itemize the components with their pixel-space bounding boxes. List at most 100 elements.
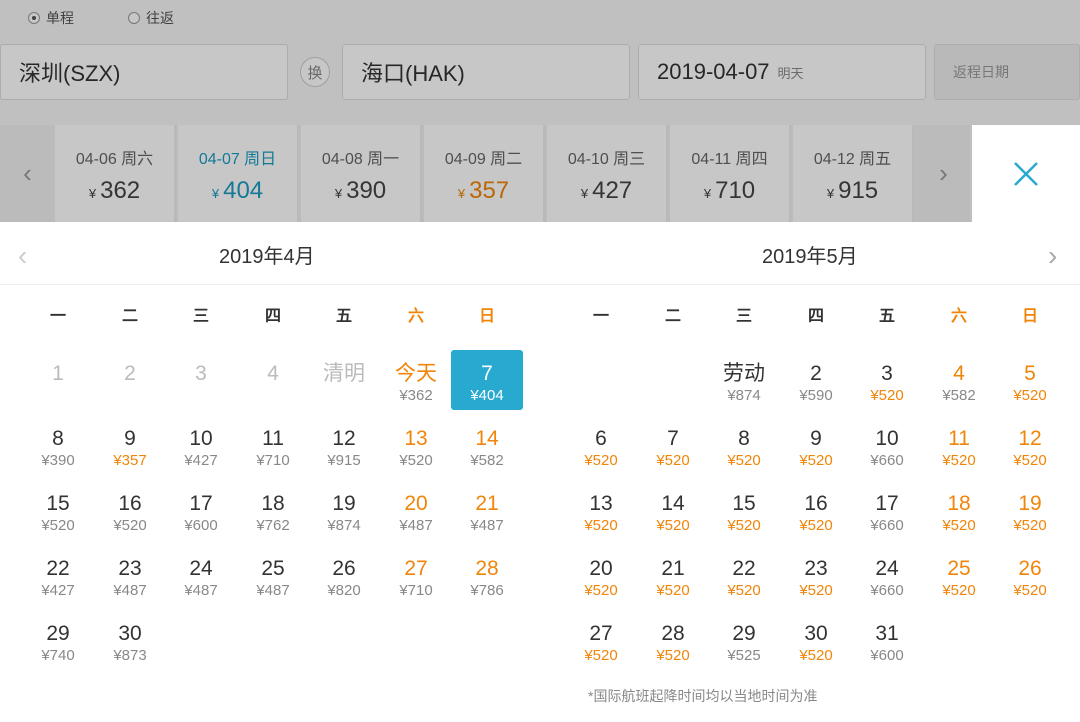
calendar-day[interactable]: 28 ¥786 — [451, 545, 523, 605]
calendar-day[interactable]: 27 ¥520 — [565, 610, 637, 670]
day-price: ¥915 — [327, 452, 361, 469]
calendar-day[interactable]: 13 ¥520 — [380, 415, 452, 475]
day-number: 清明 — [323, 362, 365, 385]
calendar-day[interactable]: 11 ¥520 — [923, 415, 995, 475]
calendar-day[interactable]: 23 ¥520 — [780, 545, 852, 605]
calendar-day[interactable]: 21 ¥520 — [637, 545, 709, 605]
calendar-day[interactable]: 11 ¥710 — [237, 415, 309, 475]
calendar-day[interactable]: 7 ¥404 — [451, 350, 523, 410]
calendar-day[interactable]: 19 ¥874 — [308, 480, 380, 540]
calendar-day[interactable]: 30 ¥873 — [94, 610, 166, 670]
departure-city-input[interactable]: 深圳(SZX) — [0, 44, 288, 100]
calendar-day[interactable]: 24 ¥487 — [165, 545, 237, 605]
calendar-day[interactable]: 29 ¥740 — [22, 610, 94, 670]
calendar-day[interactable]: 30 ¥520 — [780, 610, 852, 670]
day-price: ¥362 — [399, 387, 433, 404]
calendar-day[interactable]: 13 ¥520 — [565, 480, 637, 540]
strip-prev-button[interactable]: ‹ — [0, 125, 55, 222]
calendar-day[interactable]: 18 ¥762 — [237, 480, 309, 540]
day-price: ¥520 — [799, 517, 833, 534]
calendar-day[interactable]: 今天 ¥362 — [380, 350, 452, 410]
day-price: ¥520 — [870, 387, 904, 404]
currency-symbol: ¥ — [580, 186, 589, 201]
calendar-day[interactable]: 28 ¥520 — [637, 610, 709, 670]
calendar-day[interactable]: 9 ¥520 — [780, 415, 852, 475]
close-calendar-button[interactable] — [972, 125, 1080, 222]
calendar-day[interactable]: 9 ¥357 — [94, 415, 166, 475]
date-strip-price: ¥404 — [211, 177, 264, 204]
calendar-day[interactable]: 20 ¥487 — [380, 480, 452, 540]
calendar-day[interactable]: 8 ¥390 — [22, 415, 94, 475]
calendar-day[interactable]: 16 ¥520 — [94, 480, 166, 540]
calendar-day: 4 — [237, 350, 309, 410]
arrival-city-input[interactable]: 海口(HAK) — [342, 44, 630, 100]
calendar-day[interactable]: 25 ¥520 — [923, 545, 995, 605]
calendar-day[interactable]: 3 ¥520 — [851, 350, 923, 410]
calendar-day[interactable]: 27 ¥710 — [380, 545, 452, 605]
calendar-day[interactable]: 21 ¥487 — [451, 480, 523, 540]
calendar-day[interactable]: 17 ¥600 — [165, 480, 237, 540]
departure-date-input[interactable]: 2019-04-07 明天 — [638, 44, 926, 100]
date-strip-item[interactable]: 04-06 周六 ¥362 — [55, 125, 176, 222]
weekday-header: 四 — [264, 308, 281, 325]
calendar-day[interactable]: 26 ¥820 — [308, 545, 380, 605]
day-price: ¥600 — [184, 517, 218, 534]
day-number: 12 — [1018, 427, 1042, 450]
calendar-day[interactable]: 18 ¥520 — [923, 480, 995, 540]
one-way-radio[interactable]: 单程 — [28, 8, 74, 28]
calendar-day[interactable]: 8 ¥520 — [708, 415, 780, 475]
strip-next-button[interactable]: › — [916, 125, 971, 222]
day-price: ¥520 — [1013, 387, 1047, 404]
calendar-day[interactable]: 4 ¥582 — [923, 350, 995, 410]
calendar-day[interactable]: 16 ¥520 — [780, 480, 852, 540]
calendar-day[interactable]: 22 ¥427 — [22, 545, 94, 605]
day-number: 8 — [738, 427, 750, 450]
search-panel: 单程 往返 深圳(SZX) 换 海口(HAK) 2019-04-07 明天 返程日… — [0, 0, 1080, 222]
date-strip-item[interactable]: 04-11 周四 ¥710 — [670, 125, 791, 222]
calendar-day[interactable]: 12 ¥915 — [308, 415, 380, 475]
calendar-day[interactable]: 26 ¥520 — [994, 545, 1066, 605]
day-number: 劳动 — [723, 362, 765, 385]
date-strip-item[interactable]: 04-09 周二 ¥357 — [424, 125, 545, 222]
calendar-day[interactable]: 劳动 ¥874 — [708, 350, 780, 410]
departure-date-hint: 明天 — [777, 65, 804, 81]
calendar-day[interactable]: 29 ¥525 — [708, 610, 780, 670]
calendar-day[interactable]: 14 ¥582 — [451, 415, 523, 475]
date-strip-item[interactable]: 04-08 周一 ¥390 — [301, 125, 422, 222]
calendar-day[interactable]: 15 ¥520 — [22, 480, 94, 540]
day-price: ¥357 — [113, 452, 147, 469]
calendar-day[interactable]: 12 ¥520 — [994, 415, 1066, 475]
prev-month-button[interactable]: ‹ — [18, 240, 27, 272]
calendar-day[interactable]: 10 ¥660 — [851, 415, 923, 475]
date-strip-item[interactable]: 04-12 周五 ¥915 — [793, 125, 914, 222]
calendar-day[interactable]: 23 ¥487 — [94, 545, 166, 605]
date-strip-item[interactable]: 04-10 周三 ¥427 — [547, 125, 668, 222]
calendar-day[interactable]: 24 ¥660 — [851, 545, 923, 605]
day-number: 5 — [1024, 362, 1036, 385]
calendar-day[interactable]: 14 ¥520 — [637, 480, 709, 540]
round-trip-radio[interactable]: 往返 — [128, 8, 174, 28]
calendar-day[interactable]: 15 ¥520 — [708, 480, 780, 540]
day-price: ¥520 — [584, 647, 618, 664]
return-date-input[interactable]: 返程日期 — [934, 44, 1080, 100]
calendar-day[interactable]: 7 ¥520 — [637, 415, 709, 475]
date-strip-date: 04-07 周日 — [198, 151, 277, 168]
calendar-day[interactable]: 20 ¥520 — [565, 545, 637, 605]
date-strip-item[interactable]: 04-07 周日 ¥404 — [178, 125, 299, 222]
date-strip-price: ¥362 — [88, 177, 141, 204]
calendar-day[interactable]: 25 ¥487 — [237, 545, 309, 605]
calendar-day[interactable]: 5 ¥520 — [994, 350, 1066, 410]
day-price: ¥520 — [656, 582, 690, 599]
calendar-day[interactable]: 19 ¥520 — [994, 480, 1066, 540]
calendar-day[interactable]: 2 ¥590 — [780, 350, 852, 410]
calendar-day[interactable]: 6 ¥520 — [565, 415, 637, 475]
day-number: 23 — [804, 557, 828, 580]
day-number: 15 — [46, 492, 70, 515]
calendar-day[interactable]: 10 ¥427 — [165, 415, 237, 475]
day-number: 25 — [261, 557, 285, 580]
calendar-day[interactable]: 31 ¥600 — [851, 610, 923, 670]
swap-cities-button[interactable]: 换 — [300, 57, 330, 87]
calendar-day[interactable]: 17 ¥660 — [851, 480, 923, 540]
calendar-day[interactable]: 22 ¥520 — [708, 545, 780, 605]
next-month-button[interactable]: › — [1048, 240, 1057, 272]
